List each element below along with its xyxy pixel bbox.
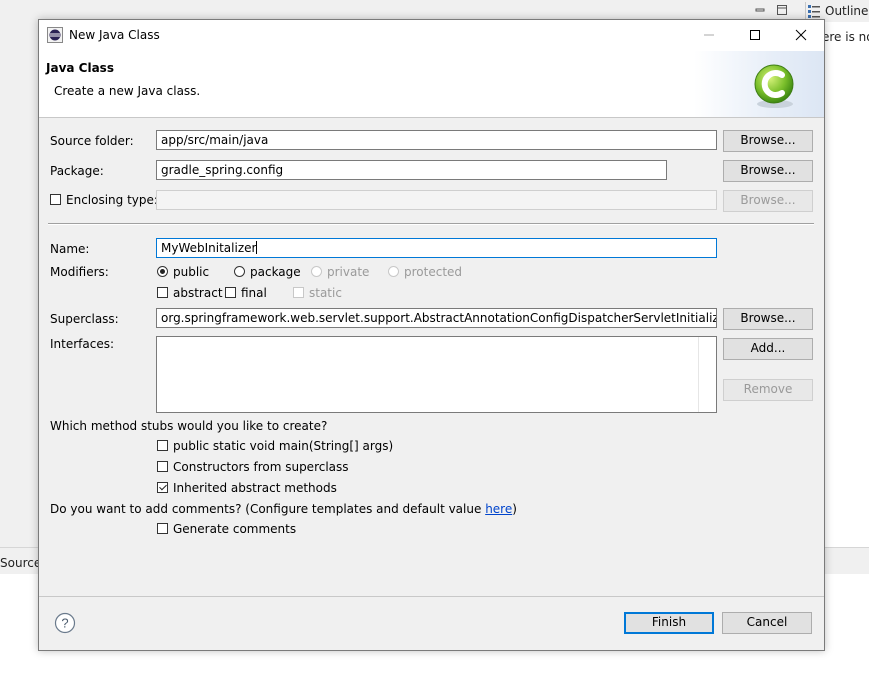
outline-panel [824,22,869,547]
comments-question-text: Do you want to add comments? (Configure … [50,502,486,516]
generate-comments-checkbox[interactable] [157,523,168,534]
enclosing-type-label: Enclosing type: [66,193,158,207]
final-checkbox[interactable] [225,287,236,298]
help-icon: ? [54,612,76,634]
comments-question-end: ) [512,502,517,516]
toolbar-divider [805,2,806,20]
modifiers-label: Modifiers: [50,265,109,279]
minimize-button[interactable] [686,20,732,51]
inherited-methods-checkbox[interactable] [157,482,168,493]
constructors-stub-label: Constructors from superclass [173,460,349,474]
maximize-button[interactable] [732,20,778,51]
package-browse-button[interactable]: Browse... [723,160,813,182]
interfaces-label: Interfaces: [50,337,115,351]
superclass-label: Superclass: [50,312,119,326]
configure-templates-link[interactable]: here [485,502,512,516]
source-folder-browse-button[interactable]: Browse... [723,130,813,152]
outline-icon [807,4,821,18]
maximize-icon [750,30,760,40]
final-label: final [241,286,267,300]
public-label: public [173,265,210,279]
close-button[interactable] [778,20,824,51]
footer-separator [39,596,824,597]
eclipse-icon [47,27,63,43]
maximize-view-icon[interactable] [776,4,788,16]
protected-radio[interactable] [388,266,399,277]
public-radio[interactable] [157,266,168,277]
close-icon [795,29,807,41]
banner-description: Create a new Java class. [54,84,201,98]
cancel-button[interactable]: Cancel [722,612,812,634]
static-label: static [309,286,342,300]
section-separator [48,223,814,225]
minimize-view-icon[interactable] [755,5,765,15]
new-java-class-dialog: New Java Class Java Class Create a new J… [38,19,825,651]
add-interface-button[interactable]: Add... [723,338,813,360]
package-modifier-label: package [250,265,301,279]
java-class-wizard-icon [751,62,799,110]
name-field[interactable]: MyWebInitalizer [156,238,717,258]
interfaces-list[interactable] [156,336,717,413]
source-folder-label: Source folder: [50,134,134,148]
protected-label: protected [404,265,463,279]
package-radio[interactable] [234,266,245,277]
method-stubs-question: Which method stubs would you like to cre… [50,419,328,433]
static-checkbox[interactable] [293,287,304,298]
inherited-methods-label: Inherited abstract methods [173,481,337,495]
superclass-field[interactable]: org.springframework.web.servlet.support.… [156,308,717,328]
banner-heading: Java Class [46,61,114,75]
abstract-checkbox[interactable] [157,287,168,298]
remove-interface-button[interactable]: Remove [723,379,813,401]
superclass-browse-button[interactable]: Browse... [723,308,813,330]
name-field-value: MyWebInitalizer [161,241,257,255]
constructors-stub-checkbox[interactable] [157,461,168,472]
package-field[interactable]: gradle_spring.config [156,160,667,180]
enclosing-type-browse-button[interactable]: Browse... [723,190,813,212]
private-label: private [327,265,370,279]
outline-tab-label[interactable]: Outline [825,4,868,18]
abstract-label: abstract [173,286,223,300]
interfaces-list-scrollbar-edge [698,337,699,412]
source-tab[interactable]: Source [0,556,41,570]
generate-comments-label: Generate comments [173,522,297,536]
finish-button[interactable]: Finish [624,612,714,634]
outline-message: ere is no [822,30,869,44]
svg-text:?: ? [61,616,68,631]
comments-question: Do you want to add comments? (Configure … [50,502,517,516]
package-label: Package: [50,164,104,178]
main-stub-checkbox[interactable] [157,440,168,451]
enclosing-type-field[interactable] [156,190,717,210]
private-radio[interactable] [311,266,322,277]
dialog-title: New Java Class [69,28,160,42]
source-folder-field[interactable]: app/src/main/java [156,130,717,150]
help-button[interactable]: ? [54,612,76,634]
wizard-banner: Java Class Create a new Java class. [39,51,824,118]
main-stub-label: public static void main(String[] args) [173,439,394,453]
name-label: Name: [50,242,90,256]
text-cursor [256,241,258,254]
minimize-icon [704,34,714,36]
enclosing-type-checkbox[interactable] [50,194,61,205]
